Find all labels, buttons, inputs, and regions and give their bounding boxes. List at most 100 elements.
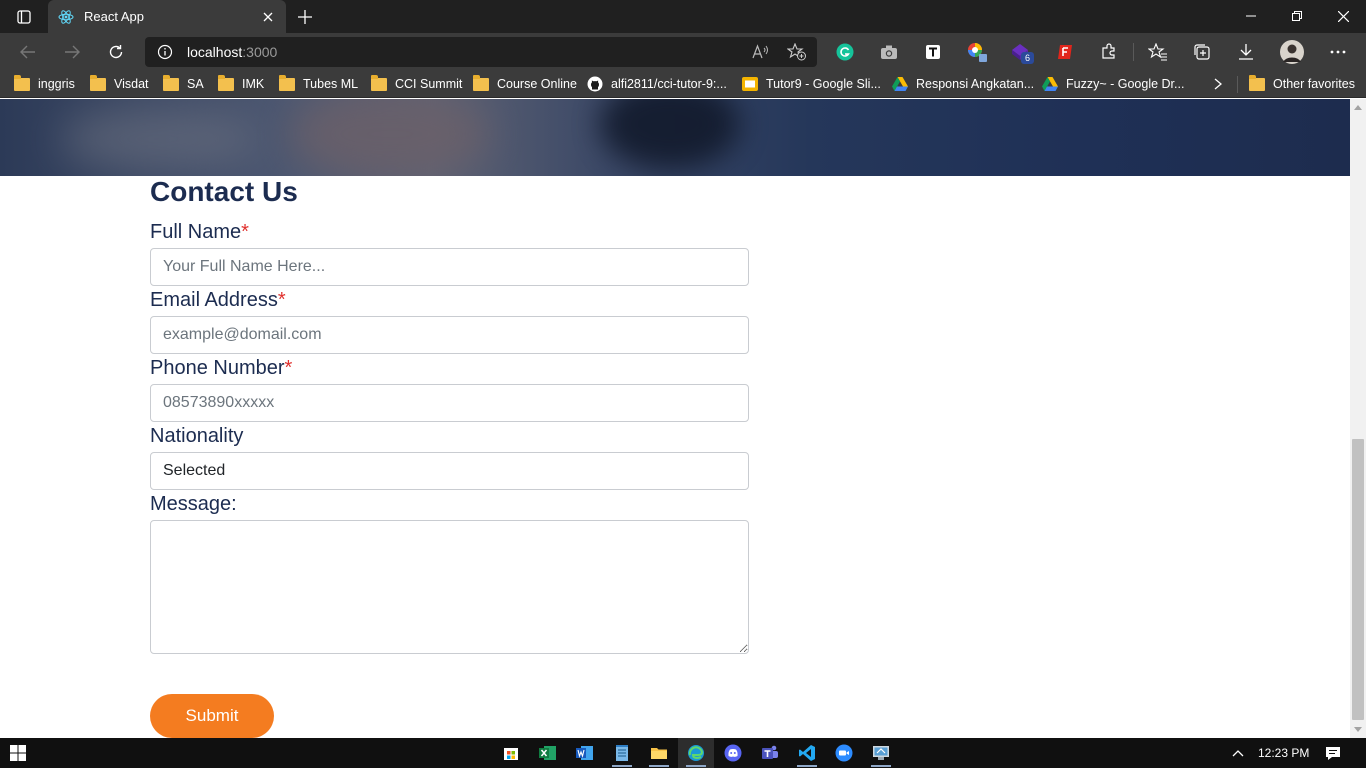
bookmark-tutor9[interactable]: Tutor9 - Google Sli... [742,75,881,93]
folder-icon [473,74,489,91]
profile-button[interactable] [1280,40,1304,64]
taskbar-word[interactable] [567,738,603,768]
add-favorite-button[interactable] [787,43,807,61]
avatar [1280,40,1304,64]
taskbar-clock[interactable]: 12:23 PM [1258,738,1309,768]
remote-desktop-icon [873,746,889,760]
scrollbar-thumb[interactable] [1352,439,1364,720]
folder-icon [1249,74,1265,91]
taskbar-file-explorer[interactable] [641,738,677,768]
collections-button[interactable] [1190,40,1214,64]
grammarly-extension[interactable] [833,40,857,64]
bookmarks-overflow-button[interactable] [1214,75,1222,93]
scroll-up-arrow[interactable] [1354,103,1362,111]
windows-taskbar: 12:23 PM [0,738,1366,768]
grammarly-icon [836,43,854,61]
tab-title: React App [84,9,144,24]
tab-actions-icon [17,10,31,24]
taskbar-teams[interactable] [752,738,788,768]
bookmark-course-online[interactable]: Course Online [473,74,577,93]
excel-icon [539,746,556,760]
folder-icon [279,74,295,91]
taskbar-zoom[interactable] [826,738,862,768]
camera-extension[interactable] [877,40,901,64]
page-scrollbar[interactable] [1350,99,1366,738]
favorites-button[interactable] [1146,40,1170,64]
title-bar: React App [0,0,1366,33]
close-icon [1337,10,1349,22]
bookmark-label: Responsi Angkatan... [916,77,1035,91]
taskbar-remote-desktop[interactable] [863,738,899,768]
info-icon[interactable] [157,44,173,60]
downloads-button[interactable] [1234,40,1258,64]
address-bar[interactable]: localhost:3000 [145,37,817,67]
full-name-input[interactable] [150,248,749,286]
color-picker-icon [968,43,987,62]
scroll-down-arrow[interactable] [1354,725,1362,733]
forward-arrow-icon [65,45,80,59]
windows-start-icon[interactable] [10,745,26,761]
required-mark: * [284,357,293,379]
url-text[interactable]: localhost:3000 [187,44,277,60]
taskbar-discord[interactable] [715,738,751,768]
page-title: Contact Us [150,176,298,207]
taskbar-vscode[interactable] [789,738,825,768]
taskbar-store[interactable] [493,738,529,768]
color-picker-extension[interactable] [965,40,989,64]
settings-menu-button[interactable] [1326,40,1350,64]
bookmark-imk[interactable]: IMK [218,74,264,93]
taskbar-excel[interactable] [530,738,566,768]
camera-icon [881,45,897,59]
new-tab-button[interactable] [294,6,316,28]
back-button[interactable] [14,39,42,65]
react-icon [58,9,74,24]
flash-extension[interactable] [1053,40,1077,64]
bookmark-label: SA [187,77,204,91]
restore-button[interactable] [1274,4,1320,28]
badge-extension[interactable]: 6 [1009,40,1034,64]
bookmark-fuzzy[interactable]: Fuzzy~ - Google Dr... [1042,75,1184,93]
extensions-button[interactable] [1097,40,1121,64]
bookmark-inggris[interactable]: inggris [14,74,75,93]
toolbar-divider [1133,43,1134,61]
download-icon [1239,44,1253,60]
notification-center-button[interactable] [1325,738,1341,768]
nationality-selected-value: Selected [163,462,226,479]
bookmark-visdat[interactable]: Visdat [90,74,149,93]
bookmark-label: CCI Summit [395,77,463,91]
taskbar-notepad[interactable] [604,738,640,768]
message-textarea[interactable] [150,520,749,654]
bookmark-sa[interactable]: SA [163,74,204,93]
notepad-icon [616,745,628,761]
submit-button[interactable]: Submit [150,694,274,738]
minimize-icon [1246,15,1256,17]
bookmark-label: Visdat [114,77,149,91]
bookmark-responsi[interactable]: Responsi Angkatan... [892,75,1034,93]
vscode-icon [799,745,815,761]
email-input[interactable] [150,316,749,354]
bookmark-tubes-ml[interactable]: Tubes ML [279,74,358,93]
url-port: :3000 [242,44,278,60]
browser-tab[interactable]: React App [48,0,286,33]
zoom-icon [835,744,853,762]
read-aloud-button[interactable] [751,43,771,61]
nationality-label: Nationality [150,425,244,447]
hero-banner-image [0,99,1350,176]
minimize-button[interactable] [1228,4,1274,28]
refresh-button[interactable] [102,39,130,65]
google-drive-icon [1042,76,1058,92]
plus-icon [298,10,312,24]
phone-input[interactable] [150,384,749,422]
taskbar-edge[interactable] [678,738,714,768]
bookmark-github[interactable]: alfi2811/cci-tutor-9:... [587,75,727,93]
bookmark-other-favorites[interactable]: Other favorites [1249,74,1355,93]
tab-close-button[interactable] [260,9,276,25]
bookmark-cci-summit[interactable]: CCI Summit [371,74,463,93]
t-extension[interactable] [921,40,945,64]
nationality-select[interactable]: Selected [150,452,749,490]
close-window-button[interactable] [1320,4,1366,28]
tray-overflow-button[interactable] [1232,738,1244,768]
bookmark-label: alfi2811/cci-tutor-9:... [611,77,727,91]
tab-actions-button[interactable] [8,6,40,28]
forward-button[interactable] [58,39,86,65]
